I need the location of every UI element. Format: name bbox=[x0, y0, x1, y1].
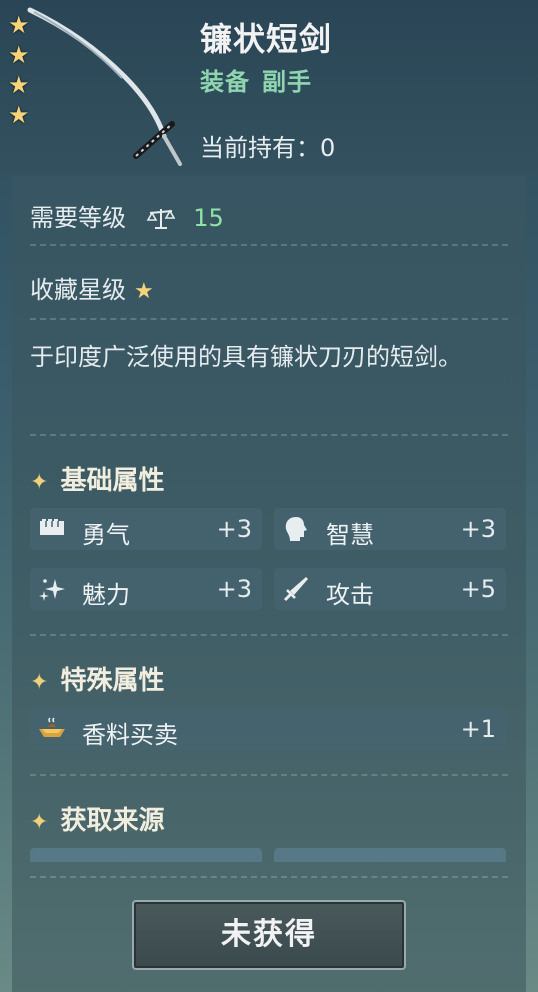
attribute-label: 魅力 bbox=[82, 581, 130, 609]
attribute-wisdom: 智慧 +3 bbox=[274, 508, 506, 550]
divider bbox=[30, 634, 508, 636]
divider bbox=[30, 434, 508, 436]
source-title: 获取来源 bbox=[60, 806, 165, 836]
star-icon: ★ bbox=[134, 279, 154, 304]
basic-attributes-header: ✦ 基础属性 bbox=[30, 460, 164, 497]
divider bbox=[30, 876, 508, 878]
sparkle-icon: ✦ bbox=[30, 470, 49, 495]
item-header: ★ ★ ★ ★ 镰状短剑 装备 副手 当前持有：0 bbox=[0, 0, 538, 176]
fist-icon bbox=[40, 519, 64, 535]
attribute-label: 香料买卖 bbox=[82, 721, 178, 749]
item-subcategory: 副手 bbox=[262, 68, 312, 96]
source-header: ✦ 获取来源 bbox=[30, 800, 164, 837]
attribute-label: 攻击 bbox=[326, 581, 374, 609]
sparkle-icon bbox=[39, 579, 65, 601]
attribute-value: +3 bbox=[460, 515, 496, 543]
owned-count: 当前持有：0 bbox=[200, 128, 335, 163]
basic-attributes-title: 基础属性 bbox=[60, 466, 165, 496]
divider bbox=[30, 244, 508, 246]
head-icon bbox=[285, 517, 307, 541]
attribute-value: +3 bbox=[216, 575, 252, 603]
required-level-value: 15 bbox=[193, 204, 224, 232]
item-category: 装备 bbox=[200, 68, 250, 96]
spice-bowl-icon bbox=[39, 717, 65, 737]
source-card[interactable] bbox=[30, 848, 262, 862]
collect-star-row: 收藏星级 ★ bbox=[30, 270, 154, 305]
owned-value: 0 bbox=[320, 134, 336, 162]
owned-label: 当前持有： bbox=[200, 134, 320, 162]
special-attributes-header: ✦ 特殊属性 bbox=[30, 660, 164, 697]
attribute-spice-trade: 香料买卖 +1 bbox=[30, 708, 506, 750]
attribute-value: +3 bbox=[216, 515, 252, 543]
collect-star-label: 收藏星级 bbox=[30, 276, 126, 304]
scale-icon bbox=[146, 209, 176, 229]
sparkle-icon: ✦ bbox=[30, 670, 49, 695]
sparkle-icon: ✦ bbox=[30, 810, 49, 835]
attribute-attack: 攻击 +5 bbox=[274, 568, 506, 610]
item-description: 于印度广泛使用的具有镰状刀刃的短剑。 bbox=[30, 343, 462, 371]
required-level-label: 需要等级 bbox=[30, 204, 126, 232]
item-image bbox=[27, 7, 182, 166]
attribute-label: 智慧 bbox=[326, 521, 374, 549]
attribute-courage: 勇气 +3 bbox=[30, 508, 262, 550]
attribute-charm: 魅力 +3 bbox=[30, 568, 262, 610]
item-name: 镰状短剑 bbox=[200, 20, 333, 58]
attribute-value: +5 bbox=[460, 575, 496, 603]
divider bbox=[30, 774, 508, 776]
source-card[interactable] bbox=[274, 848, 506, 862]
attribute-value: +1 bbox=[460, 715, 496, 743]
not-obtained-button[interactable]: 未获得 bbox=[132, 900, 406, 970]
attribute-label: 勇气 bbox=[82, 521, 130, 549]
divider bbox=[30, 318, 508, 320]
special-attributes-title: 特殊属性 bbox=[60, 666, 165, 696]
sword-icon bbox=[283, 577, 308, 602]
item-detail-panel: 需要等级 15 收藏星级 ★ 于印度广泛使用的具有镰状刀刃的短剑。 ✦ 基础属性 勇… bbox=[12, 176, 526, 992]
required-level-row: 需要等级 15 bbox=[30, 198, 224, 233]
item-type: 装备 副手 bbox=[200, 62, 324, 97]
